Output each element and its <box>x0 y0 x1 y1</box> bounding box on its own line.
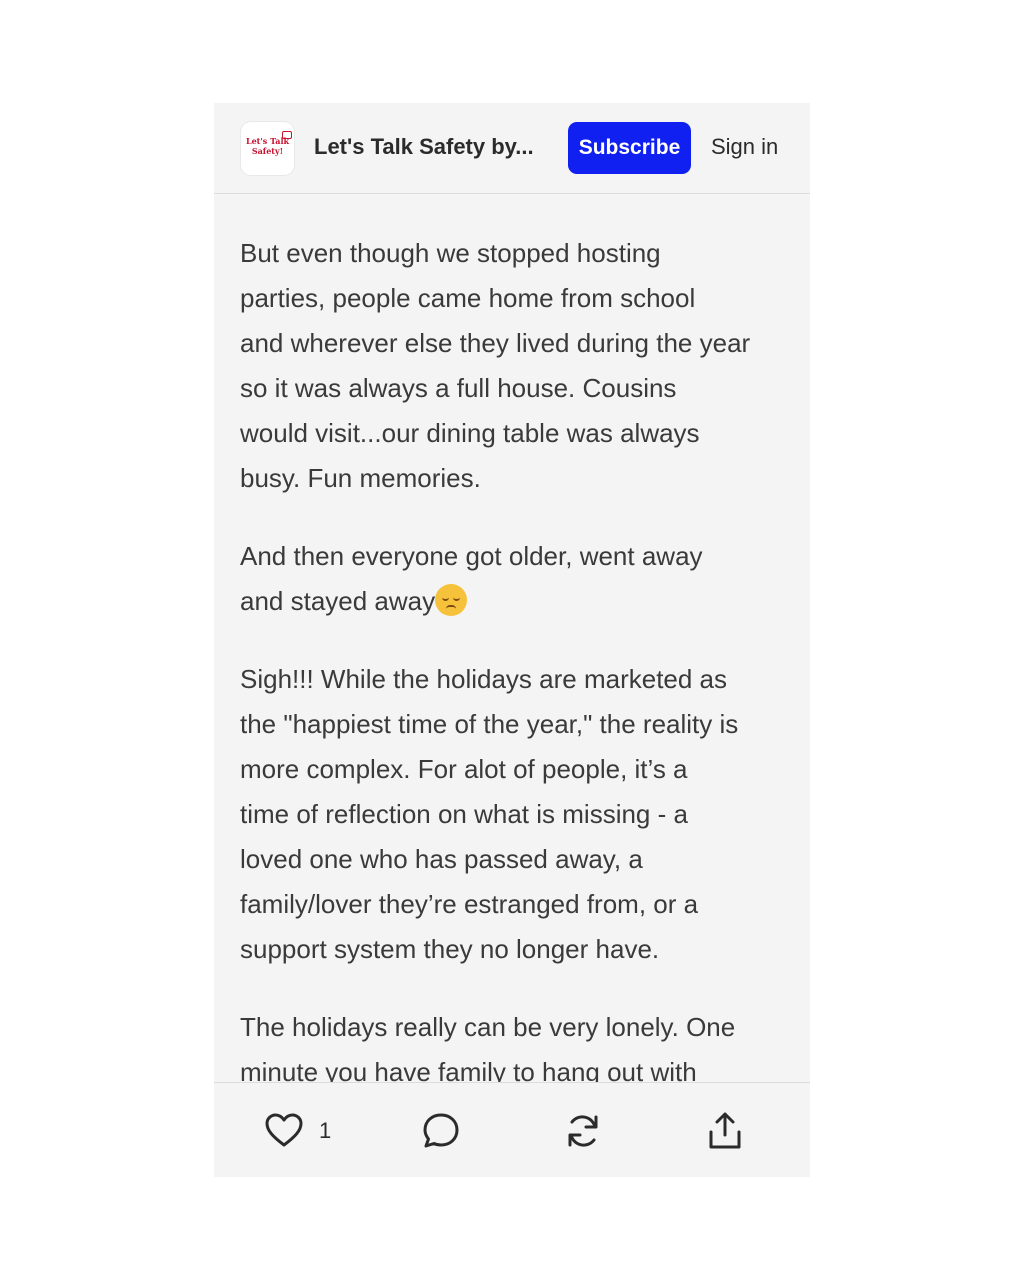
subscribe-button[interactable]: Subscribe <box>568 122 691 174</box>
top-bar: Let's Talk Safety! Let's Talk Safety by.… <box>214 103 810 194</box>
logo-text: Let's Talk Safety! <box>245 136 290 156</box>
paragraph-text: And then everyone got older, went away a… <box>240 541 703 616</box>
comment-button[interactable] <box>421 1111 461 1151</box>
mobile-screen: Let's Talk Safety! Let's Talk Safety by.… <box>214 103 810 1177</box>
action-bar: 1 <box>214 1082 810 1177</box>
article-body: But even though we stopped hosting parti… <box>240 231 790 1083</box>
paragraph: But even though we stopped hosting parti… <box>240 238 751 493</box>
restack-button[interactable] <box>563 1111 603 1151</box>
paragraph: The holidays really can be very lonely. … <box>240 1012 736 1083</box>
speech-bubble-icon <box>282 131 292 139</box>
paragraph: And then everyone got older, went away a… <box>240 534 790 624</box>
publication-title[interactable]: Let's Talk Safety by... <box>314 133 544 161</box>
comment-icon <box>423 1113 459 1148</box>
share-button[interactable] <box>705 1111 745 1151</box>
restack-icon <box>568 1115 598 1147</box>
like-button[interactable] <box>264 1111 304 1151</box>
pensive-face-icon <box>435 584 468 616</box>
sign-in-link[interactable]: Sign in <box>711 133 778 161</box>
heart-icon <box>265 1113 303 1147</box>
paragraph: Sigh!!! While the holidays are marketed … <box>240 664 739 964</box>
publication-logo[interactable]: Let's Talk Safety! <box>241 122 294 175</box>
like-count: 1 <box>319 1118 332 1143</box>
share-icon <box>709 1112 741 1149</box>
